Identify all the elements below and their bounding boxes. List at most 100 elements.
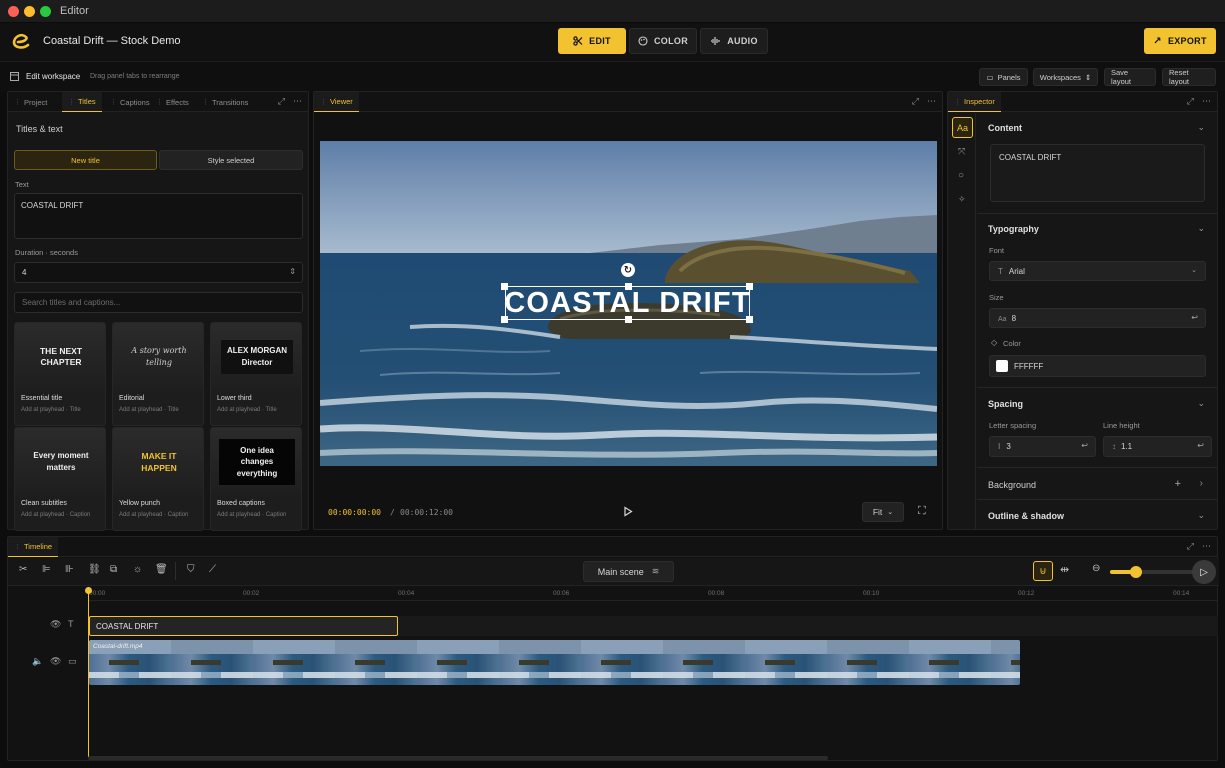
more-icon[interactable]: ⋯ — [1202, 541, 1211, 552]
save-layout-button[interactable]: Save layout — [1104, 68, 1156, 86]
expand-icon[interactable]: ⤢ — [1187, 541, 1194, 552]
new-title-button[interactable]: New title — [14, 150, 157, 170]
line-height-input[interactable]: ↕ 1.1 ↩ — [1103, 436, 1212, 457]
keyframe-graph-icon[interactable]: ⟋ — [209, 564, 216, 575]
playhead-handle[interactable] — [85, 587, 92, 594]
tab-inspector[interactable]: ⋮ Inspector — [948, 92, 1001, 112]
fit-timeline-icon[interactable]: ⇹ — [1060, 563, 1069, 576]
reset-icon[interactable]: ↩ — [1191, 313, 1198, 322]
chevron-down-icon[interactable]: ⌄ — [1197, 223, 1205, 234]
title-clip[interactable]: COASTAL DRIFT — [89, 616, 398, 636]
mode-audio-button[interactable]: AUDIO — [700, 28, 768, 54]
more-icon[interactable]: ⋯ — [293, 96, 302, 107]
chevron-down-icon[interactable]: ⌄ — [1197, 122, 1205, 133]
tab-captions[interactable]: ⋮ Captions — [110, 92, 150, 112]
tab-effects[interactable]: ⋮ Effects — [156, 92, 189, 112]
size-input[interactable]: Aa 8 ↩ — [989, 308, 1206, 328]
zoom-window-button[interactable] — [40, 6, 51, 17]
app-header: Coastal Drift — Stock Demo EDIT COLOR AU… — [0, 23, 1225, 62]
mode-color-button[interactable]: COLOR — [629, 28, 697, 54]
video-track-icon: ▭ — [68, 656, 77, 666]
expand-icon[interactable]: ⤢ — [1187, 96, 1194, 107]
resize-handle[interactable] — [746, 316, 753, 323]
razor-cut-icon[interactable]: ✂ — [19, 564, 27, 575]
search-titles-input[interactable]: Search titles and captions... — [14, 292, 303, 313]
speaker-mute-icon[interactable]: 🔈 — [32, 656, 43, 667]
color-swatch[interactable] — [996, 360, 1008, 372]
tab-viewer-label: Viewer — [330, 97, 353, 106]
tab-titles[interactable]: ⋮ Titles — [62, 92, 102, 112]
effects-wand-icon[interactable]: ✧ — [958, 194, 966, 205]
scene-selector[interactable]: Main scene ≋ — [583, 561, 674, 582]
minimize-window-button[interactable] — [24, 6, 35, 17]
reset-icon[interactable]: ↩ — [1081, 441, 1088, 450]
preset-card-boxed-captions[interactable]: One idea changes everything Boxed captio… — [210, 427, 302, 531]
expand-icon[interactable]: ⤢ — [278, 96, 285, 107]
zoom-slider[interactable] — [1110, 566, 1198, 578]
reset-icon[interactable]: ↩ — [1197, 441, 1204, 450]
bookmark-marker-icon[interactable]: ⛉ — [187, 564, 195, 575]
zoom-out-icon[interactable]: ⊖ — [1092, 563, 1100, 574]
duration-stepper[interactable]: 4 ⇕ — [14, 262, 303, 283]
letter-spacing-input[interactable]: Ⅰ3 ↩ — [989, 436, 1096, 457]
title-text-input[interactable]: COASTAL DRIFT — [14, 193, 303, 239]
resize-handle[interactable] — [625, 316, 632, 323]
font-select[interactable]: T Arial ⌄ — [989, 261, 1206, 281]
video-clip[interactable]: Coastal-drift.mp4 — [89, 640, 1020, 685]
more-icon[interactable]: ⋯ — [1202, 96, 1211, 107]
preset-card-lower-third[interactable]: ALEX MORGAN Director Lower third Add at … — [210, 322, 302, 426]
line-height-value: 1.1 — [1121, 442, 1133, 451]
resize-handle[interactable] — [746, 283, 753, 290]
style-selected-button[interactable]: Style selected — [159, 150, 303, 170]
link-icon[interactable]: ⛓ — [88, 564, 101, 575]
play-timeline-icon[interactable]: ▷ — [1192, 560, 1216, 584]
preset-card-yellow-punch[interactable]: MAKE IT HAPPEN Yellow punch Add at playh… — [112, 427, 204, 531]
preset-card-clean-subtitles[interactable]: Every moment matters Clean subtitles Add… — [14, 427, 106, 531]
add-icon[interactable]: + — [1175, 478, 1181, 490]
reset-layout-button[interactable]: Reset layout — [1162, 68, 1216, 86]
eye-visibility-icon[interactable]: 👁 — [50, 656, 61, 667]
magnet-snap-icon[interactable]: ⊍ — [1033, 561, 1053, 581]
chevron-down-icon[interactable]: ⌄ — [1197, 398, 1205, 409]
preset-preview: MAKE IT HAPPEN — [113, 428, 203, 496]
zoom-fit-select[interactable]: Fit ⌄ — [862, 502, 904, 522]
mode-edit-button[interactable]: EDIT — [558, 28, 626, 54]
chevron-right-icon[interactable]: › — [1200, 478, 1203, 489]
mask-icon[interactable]: ○ — [958, 170, 964, 181]
transform-icon[interactable]: ⤧ — [958, 146, 965, 157]
expand-icon[interactable]: ⤢ — [912, 96, 919, 107]
panels-button[interactable]: ▭ Panels — [979, 68, 1028, 86]
trash-icon[interactable]: 🗑 — [155, 564, 168, 575]
rotate-handle-icon[interactable]: ↻ — [621, 263, 635, 277]
resize-handle[interactable] — [501, 283, 508, 290]
eye-visibility-icon[interactable]: 👁 — [50, 619, 61, 630]
fullscreen-icon[interactable]: ⛶ — [918, 505, 926, 518]
align-left-icon[interactable]: ⊫ — [42, 564, 51, 575]
color-input[interactable]: FFFFFF — [989, 355, 1206, 377]
preset-card-essential-title[interactable]: THE NEXT CHAPTER Essential title Add at … — [14, 322, 106, 426]
duplicate-icon[interactable]: ⧉ — [110, 564, 117, 575]
preset-card-editorial[interactable]: A story worth telling Editorial Add at p… — [112, 322, 204, 426]
workspaces-select[interactable]: Workspaces ⇕ — [1033, 68, 1098, 86]
text-properties-icon[interactable]: Aa — [952, 117, 973, 138]
timeline-ruler[interactable]: 00:00 00:02 00:04 00:06 00:08 00:10 00:1… — [88, 587, 1218, 601]
resize-handle[interactable] — [625, 283, 632, 290]
export-button[interactable]: ↗ EXPORT — [1144, 28, 1216, 54]
tab-viewer[interactable]: ⋮ Viewer — [314, 92, 359, 112]
resize-handle[interactable] — [501, 316, 508, 323]
chevron-down-icon[interactable]: ⌄ — [1197, 510, 1205, 521]
zoom-slider-handle[interactable] — [1130, 566, 1143, 578]
align-right-icon[interactable]: ⊪ — [65, 564, 74, 575]
more-icon[interactable]: ⋯ — [927, 96, 936, 107]
tab-project[interactable]: ⋮ Project — [14, 92, 47, 112]
play-icon[interactable] — [623, 506, 633, 517]
stepper-chevrons-icon[interactable]: ⇕ — [289, 267, 296, 276]
close-window-button[interactable] — [8, 6, 19, 17]
title-overlay-selection[interactable]: COASTAL DRIFT — [504, 286, 750, 320]
tab-transitions[interactable]: ⋮ Transitions — [202, 92, 248, 112]
snap-sun-icon[interactable]: ☼ — [133, 564, 142, 575]
timeline-scrollbar[interactable] — [88, 756, 828, 760]
tab-timeline[interactable]: ⋮ Timeline — [8, 537, 59, 557]
content-text-input[interactable]: COASTAL DRIFT — [990, 144, 1205, 202]
playhead[interactable] — [88, 587, 89, 757]
